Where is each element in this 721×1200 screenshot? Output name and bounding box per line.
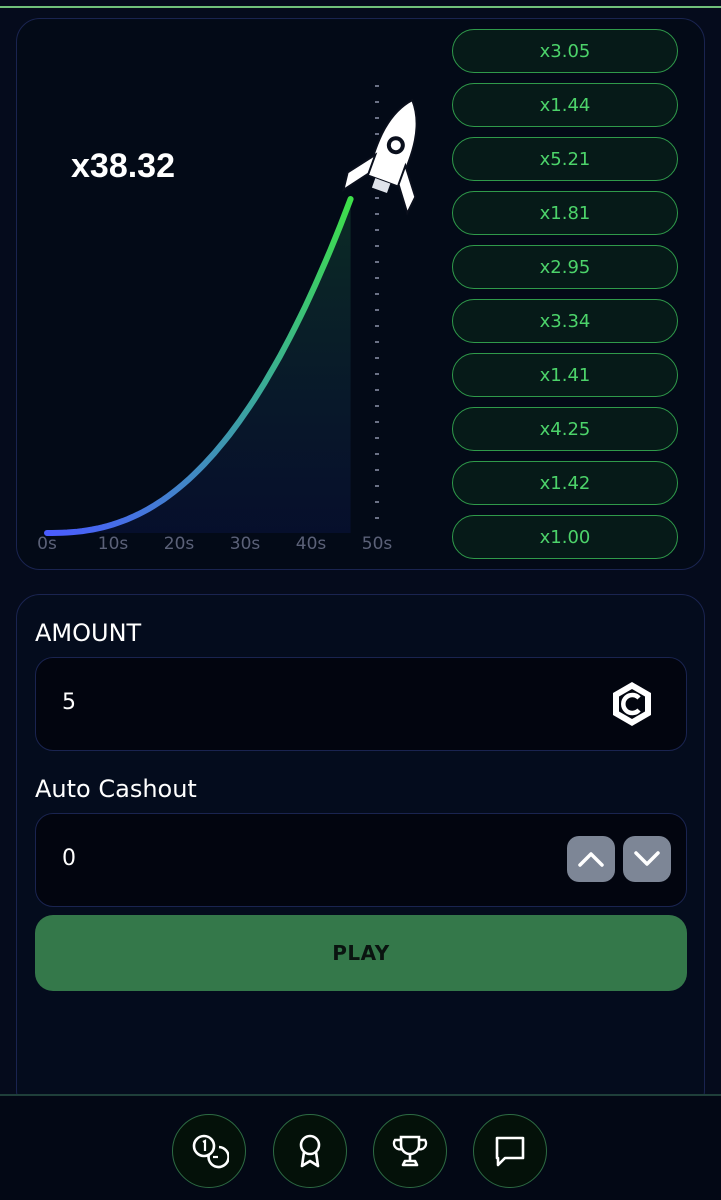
time-dash (375, 437, 379, 439)
nav-chat-button[interactable] (473, 1114, 547, 1188)
time-dash (375, 485, 379, 487)
history-item: x3.05 (452, 29, 678, 73)
time-dash (375, 309, 379, 311)
time-dash (375, 453, 379, 455)
time-tick-label: 20s (164, 534, 195, 554)
time-dash (375, 373, 379, 375)
amount-input[interactable]: 5 (62, 690, 76, 715)
increase-button[interactable] (567, 836, 615, 882)
time-dash (375, 101, 379, 103)
nav-bet-history-button[interactable] (172, 1114, 246, 1188)
time-dash (375, 261, 379, 263)
award-ribbon-icon (299, 1134, 321, 1168)
history-item: x1.42 (452, 461, 678, 505)
time-dash (375, 245, 379, 247)
auto-cashout-field[interactable]: 0 (35, 813, 687, 907)
time-dash (375, 277, 379, 279)
current-multiplier: x38.32 (71, 147, 175, 185)
history-item: x5.21 (452, 137, 678, 181)
history-item: x2.95 (452, 245, 678, 289)
chevron-down-icon (634, 851, 660, 866)
decrease-button[interactable] (623, 836, 671, 882)
time-dash (375, 469, 379, 471)
amount-field[interactable]: 5 (35, 657, 687, 751)
time-dash (375, 197, 379, 199)
time-dash (375, 325, 379, 327)
time-dash (375, 389, 379, 391)
rocket-icon (341, 98, 418, 216)
bottom-nav (0, 1094, 721, 1200)
time-tick-label: 40s (296, 534, 327, 554)
time-dash (375, 341, 379, 343)
time-dash (375, 421, 379, 423)
time-dash (375, 501, 379, 503)
nav-leaderboard-button[interactable] (373, 1114, 447, 1188)
curve-area (47, 199, 351, 533)
time-dash (375, 293, 379, 295)
top-divider (0, 0, 721, 8)
time-axis: 0s 10s 20s 30s 40s 50s (37, 534, 392, 554)
history-item: x1.44 (452, 83, 678, 127)
history-item: x1.00 (452, 515, 678, 559)
auto-cashout-label: Auto Cashout (35, 775, 197, 803)
amount-label: AMOUNT (35, 619, 142, 647)
time-dash (375, 229, 379, 231)
crash-chart: 0s 10s 20s 30s 40s 50s (37, 85, 418, 554)
auto-cashout-input[interactable]: 0 (62, 846, 76, 871)
time-tick-label: 50s (362, 534, 393, 554)
bet-panel: AMOUNT 5 Auto Cashout 0 PLAY (16, 594, 705, 1114)
time-tick-label: 30s (230, 534, 261, 554)
chevron-up-icon (578, 852, 604, 867)
time-dash (375, 405, 379, 407)
history-item: x1.81 (452, 191, 678, 235)
game-panel: 0s 10s 20s 30s 40s 50s x38.32 x3.05 x1.44 x5.21… (16, 18, 705, 570)
coin-c-icon (613, 682, 651, 726)
history-item: x1.41 (452, 353, 678, 397)
time-dash (375, 357, 379, 359)
time-dash (375, 517, 379, 519)
multiplier-history: x3.05 x1.44 x5.21 x1.81 x2.95 x3.34 x1.41 x4.25… (452, 29, 678, 569)
nav-rewards-button[interactable] (273, 1114, 347, 1188)
time-tick-label: 10s (98, 534, 129, 554)
chat-icon (495, 1136, 525, 1167)
play-button[interactable]: PLAY (35, 915, 687, 991)
time-dash (375, 133, 379, 135)
history-item: x3.34 (452, 299, 678, 343)
time-dash (375, 117, 379, 119)
history-item: x4.25 (452, 407, 678, 451)
trophy-icon (392, 1135, 428, 1167)
time-dash (375, 85, 379, 87)
time-dash (375, 213, 379, 215)
time-tick-label: 0s (37, 534, 57, 554)
bet-history-icon (192, 1134, 229, 1169)
